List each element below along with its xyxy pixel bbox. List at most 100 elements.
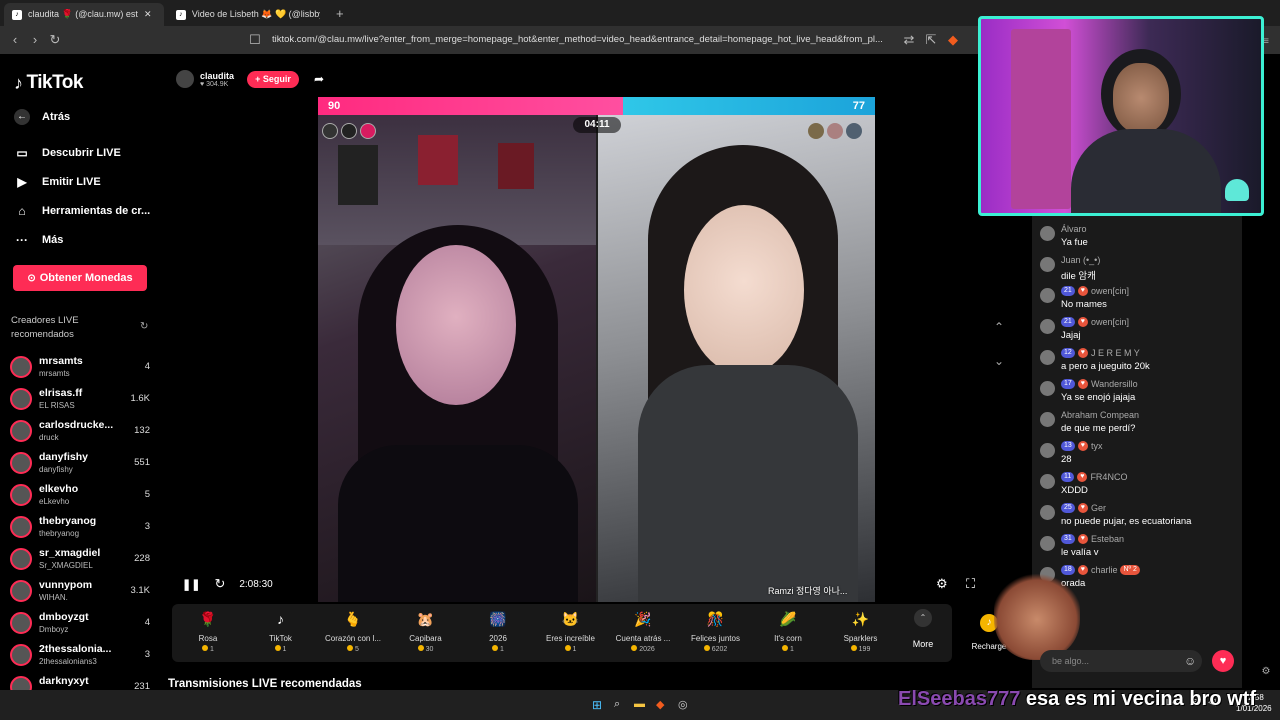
avatar[interactable] (1040, 319, 1055, 334)
chat-username[interactable]: owen[cin] (1091, 286, 1129, 296)
level-badge: 21 (1061, 317, 1075, 327)
avatar[interactable] (1040, 288, 1055, 303)
pause-icon[interactable]: ❚❚ (182, 578, 200, 591)
refresh-icon[interactable]: ↻ (140, 321, 148, 332)
settings-icon[interactable]: ⚙ (1258, 666, 1274, 680)
avatar[interactable] (322, 123, 338, 139)
avatar[interactable] (846, 123, 862, 139)
gift-item[interactable]: 🌽 It's corn 1 (755, 608, 821, 660)
brave-shield-icon[interactable]: ◆ (944, 31, 962, 49)
start-icon[interactable]: ⊞ (592, 698, 602, 712)
chat-username[interactable]: Juan (•_•) (1061, 255, 1100, 265)
avatar[interactable] (1040, 505, 1055, 520)
creator-item[interactable]: sr_xmagdiel Sr_XMAGDIEL 228 (10, 545, 156, 575)
avatar[interactable] (360, 123, 376, 139)
sidebar-item-discover-live[interactable]: ▭ Descubrir LIVE (14, 142, 121, 164)
chevron-down-icon[interactable]: ⌄ (994, 354, 1004, 368)
creator-item[interactable]: mrsamts mrsamts 4 (10, 353, 156, 383)
browser-tab[interactable]: ♪ Video de Lisbeth 🦊 💛 (@lisbby0) re (168, 3, 328, 26)
chat-input[interactable]: be algo... (1040, 650, 1202, 672)
chat-username[interactable]: Álvaro (1061, 224, 1087, 234)
share-arrow-icon[interactable]: ➦ (314, 72, 324, 86)
gift-item[interactable]: 🫰 Corazón con l... 5 (320, 608, 386, 660)
creator-item[interactable]: 2thessalonia... 2thessalonians3 3 (10, 641, 156, 671)
avatar[interactable] (1040, 536, 1055, 551)
creator-item[interactable]: vunnypom WIHAN. 3.1K (10, 577, 156, 607)
search-icon[interactable]: ⌕ (614, 698, 620, 711)
creator-item[interactable]: thebryanog thebryanog 3 (10, 513, 156, 543)
emoji-icon[interactable]: ☺ (1184, 654, 1196, 668)
avatar[interactable] (176, 70, 194, 88)
avatar[interactable] (1040, 257, 1055, 272)
gift-item[interactable]: 🎉 Cuenta atrás ... 2026 (610, 608, 676, 660)
creator-item[interactable]: danyfishy danyfishy 551 (10, 449, 156, 479)
avatar[interactable] (1040, 412, 1055, 427)
avatar[interactable] (1040, 381, 1055, 396)
close-tab-icon[interactable]: ✕ (144, 9, 152, 20)
browser-tab-active[interactable]: ♪ claudita 🌹 (@clau.mw) está ✕ (4, 3, 164, 26)
chat-username[interactable]: Ger (1091, 503, 1106, 513)
gift-item[interactable]: ♪ TikTok 1 (248, 608, 314, 660)
gift-price: 199 (828, 645, 894, 653)
avatar[interactable] (1040, 226, 1055, 241)
door (1011, 29, 1071, 209)
chat-username[interactable]: tyx (1091, 441, 1103, 451)
settings-icon[interactable]: ⚙ (936, 576, 948, 592)
chat-username[interactable]: J E R E M Y (1091, 348, 1140, 358)
back-icon[interactable]: ‹ (6, 31, 24, 49)
chevron-up-icon[interactable]: ⌃ (994, 320, 1004, 334)
creator-handle: WIHAN. (39, 593, 68, 602)
creator-item[interactable]: dmboyzgt Dmboyz 4 (10, 609, 156, 639)
creator-item[interactable]: elrisas.ff EL RISAS 1.6K (10, 385, 156, 415)
bookmark-icon[interactable]: ☐ (246, 31, 264, 49)
avatar[interactable] (827, 123, 843, 139)
gift-icon: 🐹 (416, 611, 435, 627)
live-video[interactable]: 90 77 04:11 Ramzi 정다영 아나... (318, 97, 875, 602)
host-info[interactable]: claudita ♥ 304.9K (176, 68, 234, 90)
forward-icon[interactable]: › (26, 31, 44, 49)
chat-username[interactable]: Wandersillo (1091, 379, 1138, 389)
gift-item[interactable]: 🌹 Rosa 1 (175, 608, 241, 660)
creator-item[interactable]: carlosdrucke... druck 132 (10, 417, 156, 447)
sidebar-item-go-live[interactable]: ▶ Emitir LIVE (14, 171, 100, 193)
gift-item[interactable]: ✨ Sparklers 199 (828, 608, 894, 660)
obs-icon[interactable]: ◎ (678, 698, 688, 711)
gift-item[interactable]: 🎆 2026 1 (465, 608, 531, 660)
folder-icon[interactable]: ▬ (634, 698, 645, 710)
url-field[interactable]: tiktok.com/@clau.mw/live?enter_from_merg… (272, 30, 912, 50)
gift-name: Sparklers (843, 634, 878, 643)
chat-username[interactable]: Abraham Compean (1061, 410, 1139, 420)
brave-icon[interactable]: ◆ (656, 698, 664, 711)
host-name[interactable]: claudita (200, 71, 234, 81)
sidebar-item-creator-tools[interactable]: ⌂ Herramientas de cr... (14, 200, 150, 222)
avatar[interactable] (1040, 350, 1055, 365)
reload-icon[interactable]: ↻ (46, 31, 64, 49)
share-icon[interactable]: ⇱ (922, 31, 940, 49)
gift-item[interactable]: 🐹 Capibara 30 (393, 608, 459, 660)
creator-name: dmboyzgt (39, 611, 89, 623)
like-button[interactable]: ♥ (1212, 650, 1234, 672)
avatar[interactable] (808, 123, 824, 139)
creator-item[interactable]: elkevho eLkevho 5 (10, 481, 156, 511)
avatar[interactable] (1040, 474, 1055, 489)
more-gifts-button[interactable]: ⌃ More (905, 609, 941, 649)
back-link[interactable]: ← Atrás (14, 106, 70, 128)
translate-icon[interactable]: ⇄ (900, 31, 918, 49)
new-tab-button[interactable]: + (336, 6, 344, 21)
chat-username[interactable]: charlie (1091, 565, 1118, 575)
creator-name: mrsamts (39, 355, 83, 367)
chat-username[interactable]: owen[cin] (1091, 317, 1129, 327)
gift-item[interactable]: 🎊 Felices juntos 6202 (683, 608, 749, 660)
chat-username[interactable]: FR4NCO (1090, 472, 1127, 482)
avatar[interactable] (1040, 443, 1055, 458)
refresh-icon[interactable]: ↻ (214, 576, 225, 592)
fullscreen-icon[interactable]: ⛶ (966, 576, 975, 592)
gift-item[interactable]: 🐱 Eres increíble 1 (538, 608, 604, 660)
get-coins-button[interactable]: ⊙ Obtener Monedas (13, 265, 147, 291)
creator-handle: Sr_XMAGDIEL (39, 561, 93, 570)
follow-button[interactable]: + Seguir (247, 71, 299, 88)
avatar[interactable] (341, 123, 357, 139)
tiktok-logo[interactable]: ♪ TikTok (14, 72, 83, 94)
sidebar-item-more[interactable]: ··· Más (14, 229, 63, 251)
chat-username[interactable]: Esteban (1091, 534, 1124, 544)
